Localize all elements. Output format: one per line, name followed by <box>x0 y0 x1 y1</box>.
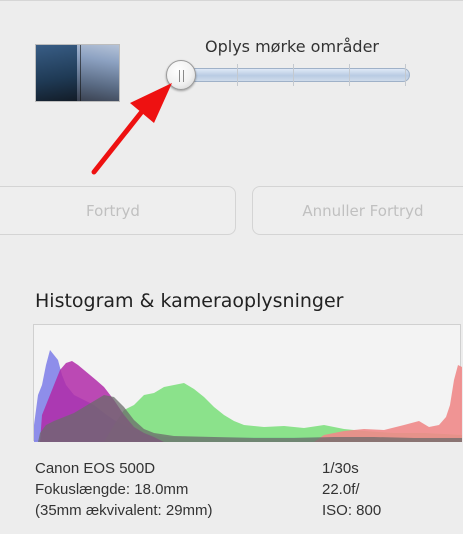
histogram-title: Histogram & kameraoplysninger <box>35 290 344 312</box>
shutter-speed: 1/30s <box>322 460 359 477</box>
window-edge <box>463 0 471 534</box>
redo-button[interactable]: Annuller Fortryd <box>252 186 471 235</box>
undo-button[interactable]: Fortryd <box>0 186 236 235</box>
red-arrow-annotation-icon <box>91 83 172 175</box>
focal-length: Fokuslængde: 18.0mm <box>35 481 189 498</box>
shadow-slider-track[interactable] <box>180 64 410 86</box>
adjustment-panel: Oplys mørke områder Fortryd Annuller For… <box>0 0 471 534</box>
camera-model: Canon EOS 500D <box>35 460 156 477</box>
slider-label: Oplys mørke områder <box>205 37 379 56</box>
camera-info-right: 1/30s 22.0f/ ISO: 800 <box>322 458 381 521</box>
histogram-chart <box>33 324 462 442</box>
histogram-graphic <box>34 350 462 442</box>
iso: ISO: 800 <box>322 502 382 519</box>
aperture: 22.0f/ <box>322 481 360 498</box>
camera-info-left: Canon EOS 500D Fokuslængde: 18.0mm (35mm… <box>35 458 213 521</box>
focal-equivalent: (35mm ækvivalent: 29mm) <box>35 502 213 519</box>
